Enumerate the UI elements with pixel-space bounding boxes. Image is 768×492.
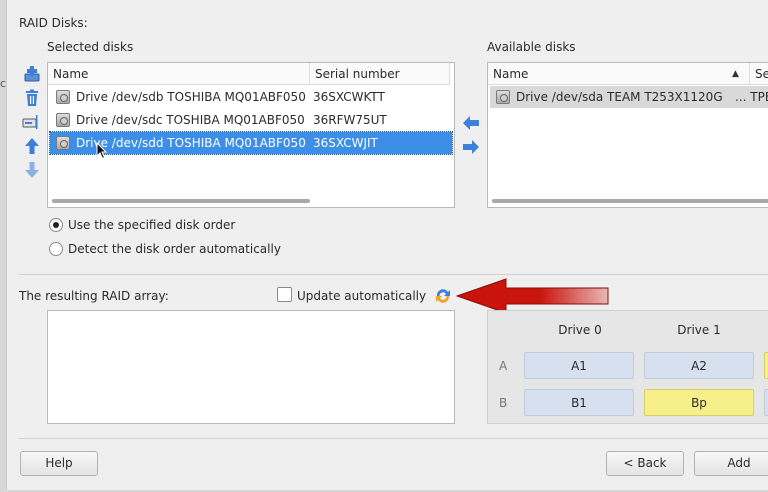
- list-item-selected[interactable]: Drive /dev/sdd TOSHIBA MQ01ABF050 ... 36…: [49, 131, 453, 155]
- list-item[interactable]: Drive /dev/sdc TOSHIBA MQ01ABF050 ... 36…: [50, 109, 452, 131]
- specified-order-radio[interactable]: [49, 218, 63, 232]
- disk-properties-icon[interactable]: [22, 113, 40, 131]
- back-button[interactable]: < Back: [606, 451, 684, 476]
- hard-disk-icon: [56, 113, 70, 127]
- disk-serial: 36SXCWKTT: [313, 90, 385, 104]
- disk-name: Drive /dev/sdb TOSHIBA MQ01ABF050 ...: [76, 90, 306, 104]
- selected-disks-list[interactable]: Name Serial number Drive /dev/sdb TOSHIB…: [47, 62, 455, 208]
- specified-order-label: Use the specified disk order: [68, 218, 236, 232]
- stripe-cell-b3: [764, 389, 768, 416]
- add-button[interactable]: Add: [694, 451, 768, 476]
- disk-serial: 36SXCWJIT: [313, 136, 378, 150]
- disk-serial: 36RFW75UT: [313, 113, 387, 127]
- annotation-arrow-icon: [456, 278, 609, 314]
- row-label-a: A: [499, 359, 508, 373]
- disk-name: Drive /dev/sda TEAM T253X1120G: [516, 90, 723, 104]
- selected-disks-label: Selected disks: [47, 40, 134, 54]
- extra-column-header[interactable]: Se: [750, 63, 768, 85]
- disk-extra: ... TPE: [735, 90, 768, 104]
- mouse-cursor-icon: [96, 142, 108, 160]
- add-disk-icon[interactable]: [23, 65, 41, 83]
- name-column-header[interactable]: Name: [48, 63, 310, 85]
- disk-name: Drive /dev/sdd TOSHIBA MQ01ABF050 ...: [76, 136, 306, 150]
- stripe-cell-a2: A2: [644, 352, 754, 379]
- hard-disk-icon: [56, 136, 70, 150]
- hard-disk-icon: [56, 90, 70, 104]
- help-button[interactable]: Help: [20, 451, 98, 476]
- name-column-header[interactable]: Name ▲: [488, 63, 750, 85]
- update-automatically-label: Update automatically: [297, 289, 427, 303]
- column-title: Name: [493, 67, 529, 81]
- separator: [19, 274, 768, 275]
- list-item[interactable]: Drive /dev/sda TEAM T253X1120G ... TPE: [490, 86, 768, 108]
- sort-ascending-icon: ▲: [732, 69, 739, 79]
- list-item[interactable]: Drive /dev/sdb TOSHIBA MQ01ABF050 ... 36…: [50, 86, 452, 108]
- detect-order-label: Detect the disk order automatically: [68, 242, 281, 256]
- parity-cell-bp: Bp: [644, 389, 754, 416]
- raid-dialog: RAID Disks: Selected disks Available dis…: [6, 0, 768, 490]
- move-left-arrow-icon[interactable]: [462, 115, 480, 131]
- move-down-icon[interactable]: [23, 161, 41, 179]
- horizontal-scrollbar[interactable]: [52, 199, 310, 203]
- row-label-b: B: [499, 396, 508, 410]
- serial-column-header[interactable]: Serial number: [310, 63, 450, 85]
- separator: [19, 438, 768, 439]
- update-automatically-checkbox[interactable]: [277, 287, 292, 302]
- disk-name: Drive /dev/sdc TOSHIBA MQ01ABF050 ...: [76, 113, 306, 127]
- result-preview-box: [47, 310, 455, 424]
- hard-disk-icon: [496, 90, 510, 104]
- raid-layout-grid: Drive 0 Drive 1 A A1 A2 B B1 Bp: [487, 310, 768, 424]
- detect-order-radio[interactable]: [49, 242, 63, 256]
- stripe-cell-b1: B1: [524, 389, 634, 416]
- drive-0-header: Drive 0: [558, 323, 602, 337]
- available-disks-list[interactable]: Name ▲ Se Drive /dev/sda TEAM T253X1120G…: [487, 62, 768, 208]
- trash-icon[interactable]: [23, 89, 41, 107]
- move-up-icon[interactable]: [23, 137, 41, 155]
- raid-disks-label: RAID Disks:: [19, 16, 88, 30]
- stripe-cell-a3: [764, 352, 768, 379]
- clipped-background-text: c: [0, 77, 7, 90]
- horizontal-scrollbar[interactable]: [492, 199, 768, 203]
- refresh-icon[interactable]: [434, 287, 452, 305]
- stripe-cell-a1: A1: [524, 352, 634, 379]
- move-right-arrow-icon[interactable]: [462, 139, 480, 155]
- available-disks-label: Available disks: [487, 40, 576, 54]
- resulting-raid-label: The resulting RAID array:: [19, 289, 169, 303]
- drive-1-header: Drive 1: [677, 323, 721, 337]
